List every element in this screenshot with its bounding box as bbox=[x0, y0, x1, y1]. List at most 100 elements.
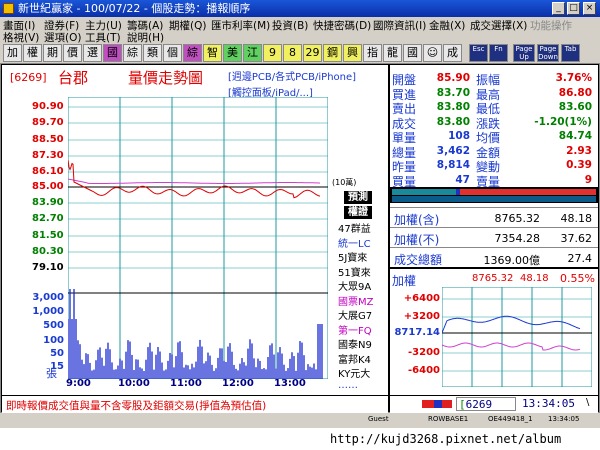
mini-tick: +6400 bbox=[403, 293, 440, 304]
toolbar-button-20[interactable]: 國 bbox=[403, 44, 422, 62]
broker-item[interactable]: 5J寶來 bbox=[338, 249, 367, 264]
broker-item[interactable]: 統一LC bbox=[338, 235, 371, 250]
index-mini-chart[interactable] bbox=[442, 287, 592, 387]
stock-code-input[interactable]: [6269 bbox=[456, 397, 516, 411]
broker-item[interactable]: KY元大 bbox=[338, 365, 370, 380]
menu-item-6[interactable]: 投資(B) bbox=[272, 18, 308, 33]
footer-note-bar: 即時報價成交值與量不含零股及鉅額交易(掙值為預估值) bbox=[2, 396, 388, 413]
title-bar: 新世紀贏家 - 100/07/22 - 個股走勢：播報順序 _ □ × bbox=[0, 0, 600, 17]
broker-item[interactable]: 第一FQ bbox=[338, 322, 372, 337]
toolbar-button-6[interactable]: 綜 bbox=[123, 44, 142, 62]
price-tick: 90.90 bbox=[32, 101, 64, 112]
mini-tick: 8717.14 bbox=[394, 327, 440, 338]
status-field-2: OE449418_1 bbox=[488, 415, 533, 423]
index-value: 8765.32 bbox=[494, 212, 541, 225]
clock: 13:34:05 bbox=[522, 397, 575, 410]
toolbar-button-2[interactable]: 期 bbox=[43, 44, 62, 62]
quote-value-2: 2.93 bbox=[566, 144, 592, 157]
price-tick: 79.10 bbox=[32, 262, 64, 273]
toolbar-button-7[interactable]: 類 bbox=[143, 44, 162, 62]
quote-label-2: 賣量 bbox=[476, 174, 501, 189]
index-row-divider bbox=[390, 247, 598, 248]
menu-item-8[interactable]: 國際資訊(I) bbox=[373, 18, 426, 33]
toolbar-button-24[interactable]: Fn bbox=[489, 44, 508, 62]
time-tick: 11:00 bbox=[170, 378, 202, 389]
toolbar-button-18[interactable]: 指 bbox=[363, 44, 382, 62]
volume-tick: 500 bbox=[43, 320, 64, 331]
toolbar-button-13[interactable]: 9 bbox=[263, 44, 282, 62]
side-button-0[interactable]: 預測 bbox=[344, 191, 372, 204]
menu-item-7[interactable]: 快捷密碼(D) bbox=[313, 18, 371, 33]
toolbar-button-17[interactable]: 興 bbox=[343, 44, 362, 62]
menu-item-10[interactable]: 成交選擇(X) bbox=[470, 18, 527, 33]
broker-item[interactable]: …… bbox=[338, 380, 358, 391]
toolbar-button-27[interactable]: Tab bbox=[561, 44, 580, 62]
mini-index-diff: 48.18 bbox=[520, 273, 549, 284]
index-diff: 27.4 bbox=[567, 252, 593, 265]
broker-item[interactable]: 國票MZ bbox=[338, 293, 373, 308]
toolbar-button-21[interactable]: ☺ bbox=[423, 44, 442, 62]
volume-tick: 1,000 bbox=[32, 306, 64, 317]
toolbar-button-1[interactable]: 權 bbox=[23, 44, 42, 62]
toolbar-button-14[interactable]: 8 bbox=[283, 44, 302, 62]
mini-tick: -3200 bbox=[408, 347, 440, 358]
menu-item-4[interactable]: 期權(Q) bbox=[169, 18, 206, 33]
broker-item[interactable]: 大展G7 bbox=[338, 307, 372, 322]
toolbar-button-3[interactable]: 價 bbox=[63, 44, 82, 62]
price-volume-chart[interactable] bbox=[68, 97, 328, 379]
toolbar-button-16[interactable]: 鋼 bbox=[323, 44, 342, 62]
quote-value-2: -1.20(1%) bbox=[534, 115, 592, 128]
status-field-0: Guest bbox=[368, 415, 389, 423]
status-bar: Guest ROWBASE1 OE449418_1 13:34:05 bbox=[0, 413, 600, 428]
toolbar-button-8[interactable]: 個 bbox=[163, 44, 182, 62]
toolbar-button-26[interactable]: Page Down bbox=[537, 44, 559, 62]
index-value: 1369.00億 bbox=[483, 254, 541, 267]
price-tick: 83.90 bbox=[32, 197, 64, 208]
toolbar-button-10[interactable]: 智 bbox=[203, 44, 222, 62]
menu-bar: 畫面(I) 證券(F) 主力(U) 籌碼(A) 期權(Q) 匯市利率(M) 投資(B) 快捷密… bbox=[0, 17, 600, 44]
toolbar-button-0[interactable]: 加 bbox=[3, 44, 22, 62]
broker-item[interactable]: 51寶來 bbox=[338, 264, 371, 279]
quote-value-2: 83.60 bbox=[558, 101, 592, 113]
price-tick: 87.30 bbox=[32, 150, 64, 161]
broker-item[interactable]: 47群益 bbox=[338, 220, 371, 235]
quote-value: 3,462 bbox=[436, 144, 470, 157]
broker-item[interactable]: 大眾9A bbox=[338, 278, 371, 293]
time-tick: 9:00 bbox=[66, 378, 91, 389]
corner-marker: \ bbox=[586, 397, 590, 408]
mini-tick: +3200 bbox=[403, 311, 440, 322]
maximize-button[interactable]: □ bbox=[567, 2, 580, 15]
toolbar-button-19[interactable]: 龍 bbox=[383, 44, 402, 62]
toolbar-button-5[interactable]: 國 bbox=[103, 44, 122, 62]
side-button-1[interactable]: 權證 bbox=[344, 206, 372, 219]
price-tick: 89.70 bbox=[32, 117, 64, 128]
window-title: 新世紀贏家 - 100/07/22 - 個股走勢：播報順序 bbox=[18, 2, 251, 15]
toolbar-button-9[interactable]: 綜 bbox=[183, 44, 202, 62]
menu-item-9[interactable]: 金融(X) bbox=[429, 18, 465, 33]
toolbar-button-15[interactable]: 29 bbox=[303, 44, 322, 62]
price-tick: 80.30 bbox=[32, 246, 64, 257]
menu-item-11[interactable]: 功能操作 bbox=[530, 18, 572, 33]
close-button[interactable]: × bbox=[583, 2, 596, 15]
index-diff: 37.62 bbox=[560, 232, 593, 245]
toolbar-button-23[interactable]: Esc bbox=[469, 44, 488, 62]
app-icon bbox=[3, 3, 14, 14]
broker-item[interactable]: 國泰N9 bbox=[338, 336, 372, 351]
toolbar-button-4[interactable]: 選 bbox=[83, 44, 102, 62]
minimize-button[interactable]: _ bbox=[552, 2, 565, 15]
mini-frame bbox=[442, 287, 592, 387]
quote-value: 83.70 bbox=[436, 86, 470, 99]
volume-unit: 張 bbox=[46, 367, 57, 380]
watermark-url-bar: http://kujd3268.pixnet.net/album bbox=[0, 428, 600, 450]
price-chart-panel: [6269] 台郡 量價走勢圖 [週邊PCB/各式PCB/iPhone] [觸控… bbox=[2, 65, 388, 395]
stock-tags: [週邊PCB/各式PCB/iPhone] bbox=[228, 72, 357, 83]
menu-item-5[interactable]: 匯市利率(M) bbox=[211, 18, 270, 33]
broker-item[interactable]: 富邦K4 bbox=[338, 351, 371, 366]
toolbar-button-22[interactable]: 成 bbox=[443, 44, 462, 62]
toolbar-button-11[interactable]: 美 bbox=[223, 44, 242, 62]
toolbar-button-25[interactable]: Page Up bbox=[513, 44, 535, 62]
time-tick: 10:00 bbox=[118, 378, 150, 389]
footer-note: 即時報價成交值與量不含零股及鉅額交易(掙值為預估值) bbox=[6, 400, 267, 412]
price-tick: 85.00 bbox=[32, 181, 64, 192]
toolbar-button-12[interactable]: 江 bbox=[243, 44, 262, 62]
